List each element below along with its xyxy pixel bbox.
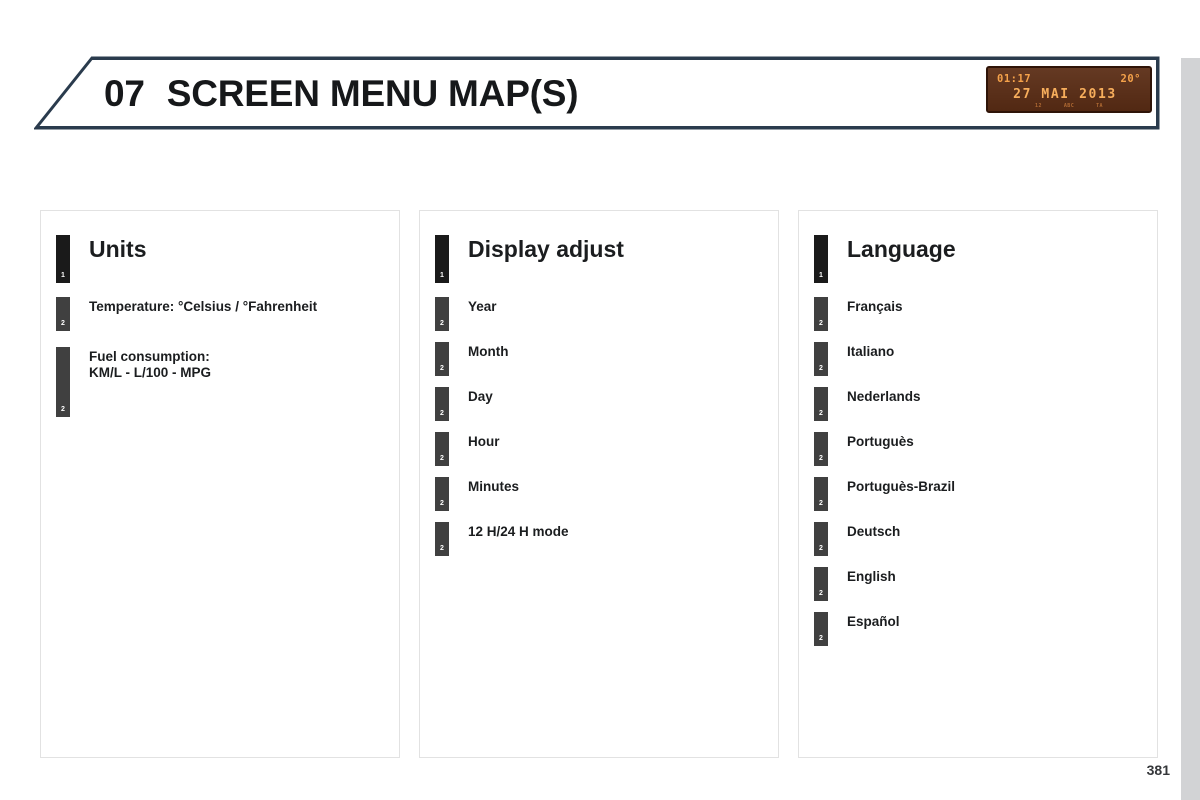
menu-item-label: Italiano (847, 344, 895, 359)
level-marker-2: 2 (56, 347, 70, 417)
level-marker-2: 2 (435, 342, 449, 376)
menu-item-row[interactable]: 2 Français (799, 297, 1157, 331)
panel-heading-row: 1 Units (41, 235, 399, 283)
menu-item-row[interactable]: 2 Deutsch (799, 522, 1157, 556)
menu-item-row[interactable]: 2 Minutes (420, 477, 778, 511)
menu-item-label: Year (468, 299, 497, 314)
level-marker-2: 2 (814, 567, 828, 601)
level-marker-2: 2 (435, 477, 449, 511)
level-marker-2: 2 (56, 297, 70, 331)
menu-item-row[interactable]: 2 Month (420, 342, 778, 376)
menu-item-label: Portuguès-Brazil (847, 479, 956, 494)
level-marker-number: 1 (440, 272, 444, 279)
level-marker-number: 2 (440, 500, 444, 507)
level-marker-number: 2 (819, 590, 823, 597)
level-marker-2: 2 (814, 612, 828, 646)
menu-item-row[interactable]: 2 Nederlands (799, 387, 1157, 421)
manual-page: 07 SCREEN MENU MAP(S) 01:17 20° 27 MAI 2… (0, 0, 1200, 800)
menu-item-row[interactable]: 2 Year (420, 297, 778, 331)
level-marker-number: 1 (61, 272, 65, 279)
level-marker-2: 2 (814, 387, 828, 421)
level-marker-number: 2 (61, 406, 65, 413)
menu-item-row[interactable]: 2 12 H/24 H mode (420, 522, 778, 556)
level-marker-2: 2 (814, 342, 828, 376)
menu-item-row[interactable]: 2 Fuel consumption: KM/L - L/100 - MPG (41, 347, 399, 417)
lcd-temperature-value: 20° (1120, 73, 1141, 85)
panel-heading-label: Display adjust (468, 236, 624, 262)
panel-heading-label: Language (847, 236, 956, 262)
lcd-status-left: 12 (1035, 103, 1042, 109)
level-marker-1: 1 (56, 235, 70, 283)
level-marker-1: 1 (435, 235, 449, 283)
menu-item-label: Nederlands (847, 389, 921, 404)
menu-item-label: Temperature: °Celsius / °Fahrenheit (89, 299, 318, 314)
panel-heading-row: 1 Language (799, 235, 1157, 283)
menu-panel-language: 1 Language 2 Français 2 Italiano 2 Nederlands 2 P… (798, 210, 1158, 758)
level-marker-2: 2 (435, 297, 449, 331)
lcd-status-strip: 12 ABC TA (988, 103, 1150, 109)
page-number: 381 (1146, 762, 1170, 778)
level-marker-number: 2 (819, 635, 823, 642)
chapter-title: SCREEN MENU MAP(S) (166, 73, 579, 114)
level-marker-2: 2 (814, 477, 828, 511)
lcd-screen: 01:17 20° 27 MAI 2013 12 ABC TA (988, 68, 1150, 111)
menu-item-label: Español (847, 614, 900, 629)
menu-item-row[interactable]: 2 Day (420, 387, 778, 421)
level-marker-2: 2 (435, 387, 449, 421)
level-marker-1: 1 (814, 235, 828, 283)
instrument-lcd-display: 01:17 20° 27 MAI 2013 12 ABC TA (986, 66, 1152, 113)
menu-item-label: Day (468, 389, 493, 404)
menu-panel-display-adjust: 1 Display adjust 2 Year 2 Month 2 Day 2 Hour 2 Minu… (419, 210, 779, 758)
menu-item-row[interactable]: 2 Hour (420, 432, 778, 466)
menu-item-label: Hour (468, 434, 500, 449)
menu-item-label: Français (847, 299, 903, 314)
menu-item-row[interactable]: 2 Temperature: °Celsius / °Fahrenheit (41, 297, 399, 331)
level-marker-number: 2 (819, 500, 823, 507)
level-marker-number: 1 (819, 272, 823, 279)
level-marker-2: 2 (814, 522, 828, 556)
menu-item-row[interactable]: 2 Español (799, 612, 1157, 646)
level-marker-number: 2 (819, 455, 823, 462)
level-marker-number: 2 (440, 545, 444, 552)
level-marker-number: 2 (819, 320, 823, 327)
menu-item-label: 12 H/24 H mode (468, 524, 569, 539)
level-marker-2: 2 (435, 522, 449, 556)
lcd-status-center: ABC (1063, 103, 1075, 109)
level-marker-2: 2 (814, 432, 828, 466)
menu-item-label: Deutsch (847, 524, 901, 539)
level-marker-number: 2 (440, 455, 444, 462)
menu-item-label: Month (468, 344, 509, 359)
level-marker-number: 2 (819, 365, 823, 372)
lcd-status-right: TA (1096, 103, 1103, 109)
level-marker-2: 2 (814, 297, 828, 331)
level-marker-number: 2 (440, 320, 444, 327)
menu-item-label: Portuguès (847, 434, 914, 449)
menu-item-label: Minutes (468, 479, 520, 494)
lcd-date-value: 27 MAI 2013 (1013, 87, 1117, 102)
page-edge-strip (1181, 58, 1200, 800)
menu-item-row[interactable]: 2 English (799, 567, 1157, 601)
menu-panel-units: 1 Units 2 Temperature: °Celsius / °Fahrenhe… (40, 210, 400, 758)
menu-map-panels: 1 Units 2 Temperature: °Celsius / °Fahrenhe… (40, 210, 1158, 758)
panel-heading-row: 1 Display adjust (420, 235, 778, 283)
chapter-number: 07 (104, 73, 145, 114)
level-marker-number: 2 (819, 545, 823, 552)
level-marker-number: 2 (440, 365, 444, 372)
level-marker-number: 2 (819, 410, 823, 417)
level-marker-number: 2 (61, 320, 65, 327)
page-title: 07 SCREEN MENU MAP(S) (104, 70, 579, 118)
panel-heading-label: Units (89, 236, 147, 262)
level-marker-2: 2 (435, 432, 449, 466)
menu-item-row[interactable]: 2 Portuguès-Brazil (799, 477, 1157, 511)
lcd-clock-value: 01:17 (997, 73, 1032, 85)
menu-item-row[interactable]: 2 Italiano (799, 342, 1157, 376)
menu-item-label: English (847, 569, 896, 584)
menu-item-row[interactable]: 2 Portuguès (799, 432, 1157, 466)
menu-item-label: Fuel consumption: KM/L - L/100 - MPG (89, 349, 212, 380)
level-marker-number: 2 (440, 410, 444, 417)
